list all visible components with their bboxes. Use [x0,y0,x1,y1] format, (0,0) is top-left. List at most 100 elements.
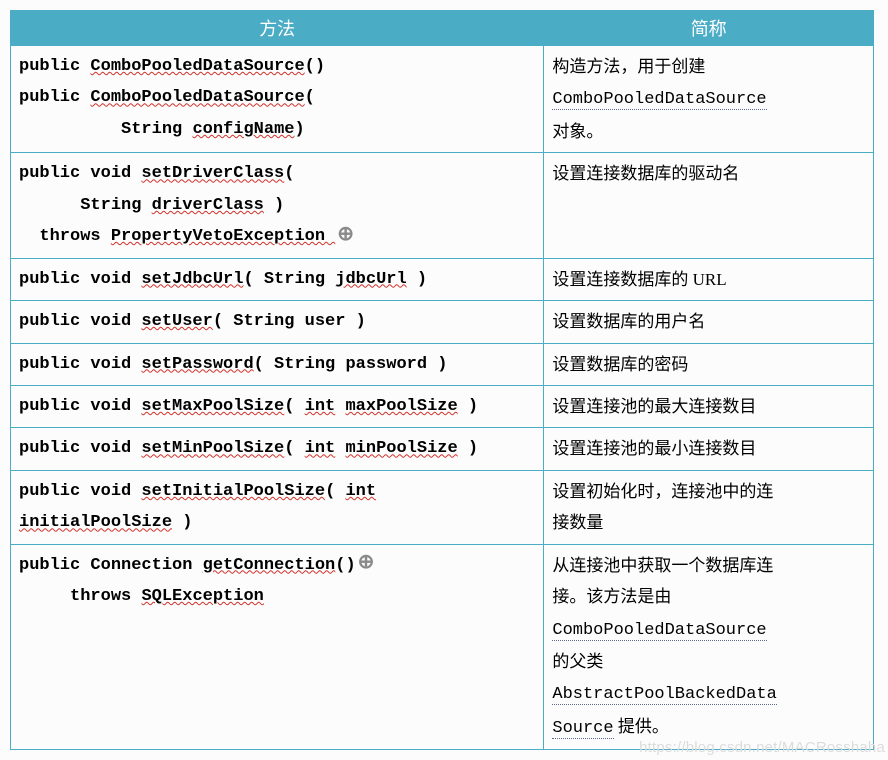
table-row: public void setJdbcUrl( String jdbcUrl )… [11,258,874,300]
table-row: public void setUser( String user ) 设置数据库的… [11,301,874,343]
text-segment: public [19,57,90,76]
text-segment: ( String [243,270,335,289]
desc-cell: 设置数据库的密码 [544,343,874,385]
text-segment: public void [19,164,141,183]
text-segment: initialPoolSize [19,513,172,532]
text-segment: driverClass [152,196,264,215]
text-segment: String [19,120,192,139]
desc-cell: 从连接池中获取一个数据库连接。该方法是由 ComboPooledDataSourc… [544,544,874,750]
text-segment: 设置数据库的密码 [552,355,688,374]
method-cell: public void setUser( String user ) [11,301,544,343]
text-segment: 构造方法，用于创建 [552,57,705,76]
text-segment: SQLException [141,587,263,606]
text-segment: ) [458,397,478,416]
text-segment: configName [192,120,294,139]
text-segment: ) [264,196,284,215]
method-cell: public void setInitialPoolSize( int initi… [11,470,544,544]
text-segment: ( [305,88,315,107]
table-row: public void setInitialPoolSize( int initi… [11,470,874,544]
text-segment: int [345,482,376,501]
text-segment: setDriverClass [141,164,284,183]
text-segment: ComboPooledDataSource [552,90,766,110]
text-segment: ) [172,513,192,532]
text-segment: setJdbcUrl [141,270,243,289]
text-segment: 接。该方法是由 [552,587,671,606]
text-segment [335,397,345,416]
method-cell: public void setDriverClass( String drive… [11,153,544,258]
text-segment: setUser [141,312,212,331]
anchor-icon: ⊕ [337,226,354,246]
table-row: public void setDriverClass( String drive… [11,153,874,258]
text-segment: 设置连接池的最小连接数目 [552,439,756,458]
text-segment: 设置初始化时，连接池中的连 [552,482,773,501]
desc-cell: 设置数据库的用户名 [544,301,874,343]
method-cell: public void setMaxPoolSize( int maxPoolS… [11,385,544,427]
method-cell: public void setPassword( String password… [11,343,544,385]
text-segment: public void [19,439,141,458]
text-segment: throws [19,587,141,606]
text-segment: setMaxPoolSize [141,397,284,416]
text-segment: public void [19,312,141,331]
text-segment: ) [407,270,427,289]
table-body: public ComboPooledDataSource()public Com… [11,46,874,750]
text-segment: Source [552,719,613,739]
table-row: public Connection getConnection()⊕ throw… [11,544,874,750]
table-row: public void setMinPoolSize( int minPoolS… [11,428,874,470]
text-segment: ( [325,482,345,501]
text-segment: public void [19,355,141,374]
text-segment: 设置数据库的用户名 [552,312,705,331]
text-segment: minPoolSize [345,439,457,458]
desc-cell: 设置连接池的最小连接数目 [544,428,874,470]
text-segment: 对象。 [552,122,603,141]
text-segment: 设置连接池的最大连接数目 [552,397,756,416]
text-segment: maxPoolSize [345,397,457,416]
text-segment: 从连接池中获取一个数据库连 [552,556,773,575]
text-segment: ComboPooledDataSource [552,621,766,641]
text-segment: ComboPooledDataSource [90,57,304,76]
desc-cell: 设置连接数据库的驱动名 [544,153,874,258]
text-segment: ( [284,439,304,458]
text-segment: setMinPoolSize [141,439,284,458]
method-cell: public ComboPooledDataSource() public Com… [11,46,544,153]
text-segment: int [305,397,336,416]
text-segment: 提供。 [614,717,669,736]
text-segment: ( String user ) [213,312,366,331]
text-segment: setPassword [141,355,253,374]
text-segment: jdbcUrl [335,270,406,289]
api-doc-table: 方法 简称 public ComboPooledDataSource()publ… [10,10,874,750]
text-segment: PropertyVetoException [111,227,335,246]
col-header-desc: 简称 [544,11,874,46]
text-segment: ( String password ) [254,355,448,374]
anchor-icon: ⊕ [358,554,375,574]
text-segment: String [19,196,152,215]
text-segment: ) [458,439,478,458]
text-segment: public void [19,482,141,501]
table-header-row: 方法 简称 [11,11,874,46]
text-segment: public [19,88,90,107]
text-segment: AbstractPoolBackedData [552,685,776,705]
text-segment: 设置连接数据库的驱动名 [552,164,739,183]
text-segment: throws [19,227,111,246]
text-segment: getConnection [203,556,336,575]
desc-cell: 构造方法，用于创建 ComboPooledDataSource 对象。 [544,46,874,153]
table-row: public ComboPooledDataSource()public Com… [11,46,874,153]
text-segment: ( [284,397,304,416]
text-segment: ( [284,164,294,183]
text-segment: setInitialPoolSize [141,482,325,501]
method-cell: public void setMinPoolSize( int minPoolS… [11,428,544,470]
text-segment: ComboPooledDataSource [90,88,304,107]
text-segment: public void [19,397,141,416]
desc-cell: 设置连接数据库的 URL [544,258,874,300]
text-segment: 的父类 [552,652,603,671]
text-segment [335,439,345,458]
method-cell: public Connection getConnection()⊕ throw… [11,544,544,750]
text-segment: ) [294,120,304,139]
text-segment: public Connection [19,556,203,575]
method-cell: public void setJdbcUrl( String jdbcUrl ) [11,258,544,300]
text-segment: () [305,57,325,76]
desc-cell: 设置初始化时，连接池中的连接数量 [544,470,874,544]
watermark-text: https://blog.csdn.net/MACRosshaha [639,739,885,756]
text-segment: 接数量 [552,513,603,532]
desc-cell: 设置连接池的最大连接数目 [544,385,874,427]
col-header-method: 方法 [11,11,544,46]
